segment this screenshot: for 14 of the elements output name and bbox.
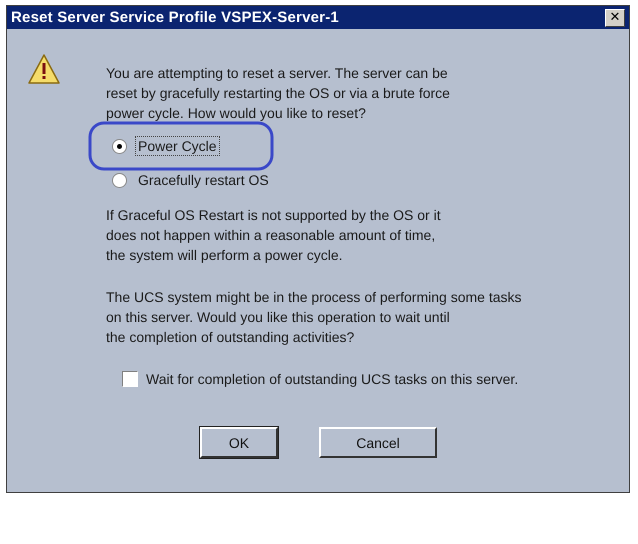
radio-label[interactable]: Gracefully restart OS — [135, 170, 272, 190]
info-text: If Graceful OS Restart is not supported by the OS or it does not happen within a reasonable amount of time, the system will perform a power cycle. — [106, 206, 442, 265]
ok-button[interactable]: OK — [200, 427, 278, 458]
close-button[interactable]: ✕ — [605, 8, 625, 26]
question-text: The UCS system might be in the process of performing some tasks on this server. Would you like this operation to wait until the completion of outstanding activities? — [106, 288, 522, 347]
warning-icon — [27, 53, 61, 85]
cancel-button[interactable]: Cancel — [319, 427, 437, 458]
radio-button[interactable] — [112, 138, 127, 154]
radio-label[interactable]: Power Cycle — [135, 136, 220, 156]
window-title: Reset Server Service Profile VSPEX-Server-1 — [11, 9, 339, 26]
checkbox-label[interactable]: Wait for completion of outstanding UCS tasks on this server. — [146, 371, 518, 387]
message-text: You are attempting to reset a server. The server can be reset by gracefully restarting the OS or via a brute force power cycle. How would you like to reset? — [106, 64, 451, 123]
radio-button[interactable] — [112, 172, 127, 188]
checkbox[interactable] — [122, 371, 138, 387]
